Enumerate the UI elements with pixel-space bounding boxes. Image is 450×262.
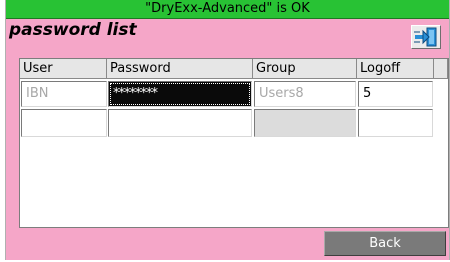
status-bar: "DryExx-Advanced" is OK <box>6 0 449 19</box>
header-group: Group <box>253 59 357 79</box>
header-user: User <box>20 59 107 79</box>
password-table: User Password Group Logoff time IBN ****… <box>19 58 449 228</box>
exit-door-icon <box>414 27 437 47</box>
table-cell-user[interactable]: IBN <box>21 81 107 107</box>
table-cell-logoff-time[interactable]: 5 <box>358 81 433 107</box>
window: "DryExx-Advanced" is OK password list Us… <box>5 0 450 260</box>
page-title: password list <box>9 20 137 40</box>
header-password: Password <box>107 59 253 79</box>
table-cell-group <box>254 109 356 137</box>
table-cell-password[interactable] <box>108 109 252 137</box>
header-filler <box>434 59 448 79</box>
table-cell-user[interactable] <box>21 109 107 137</box>
exit-button[interactable] <box>411 25 441 49</box>
header-logoff-time: Logoff time <box>357 59 434 95</box>
table-cell-password[interactable]: ******** <box>108 81 252 107</box>
table-cell-logoff-time[interactable] <box>358 109 433 137</box>
back-button[interactable]: Back <box>324 231 446 256</box>
table-cell-group[interactable]: Users8 <box>254 81 356 107</box>
